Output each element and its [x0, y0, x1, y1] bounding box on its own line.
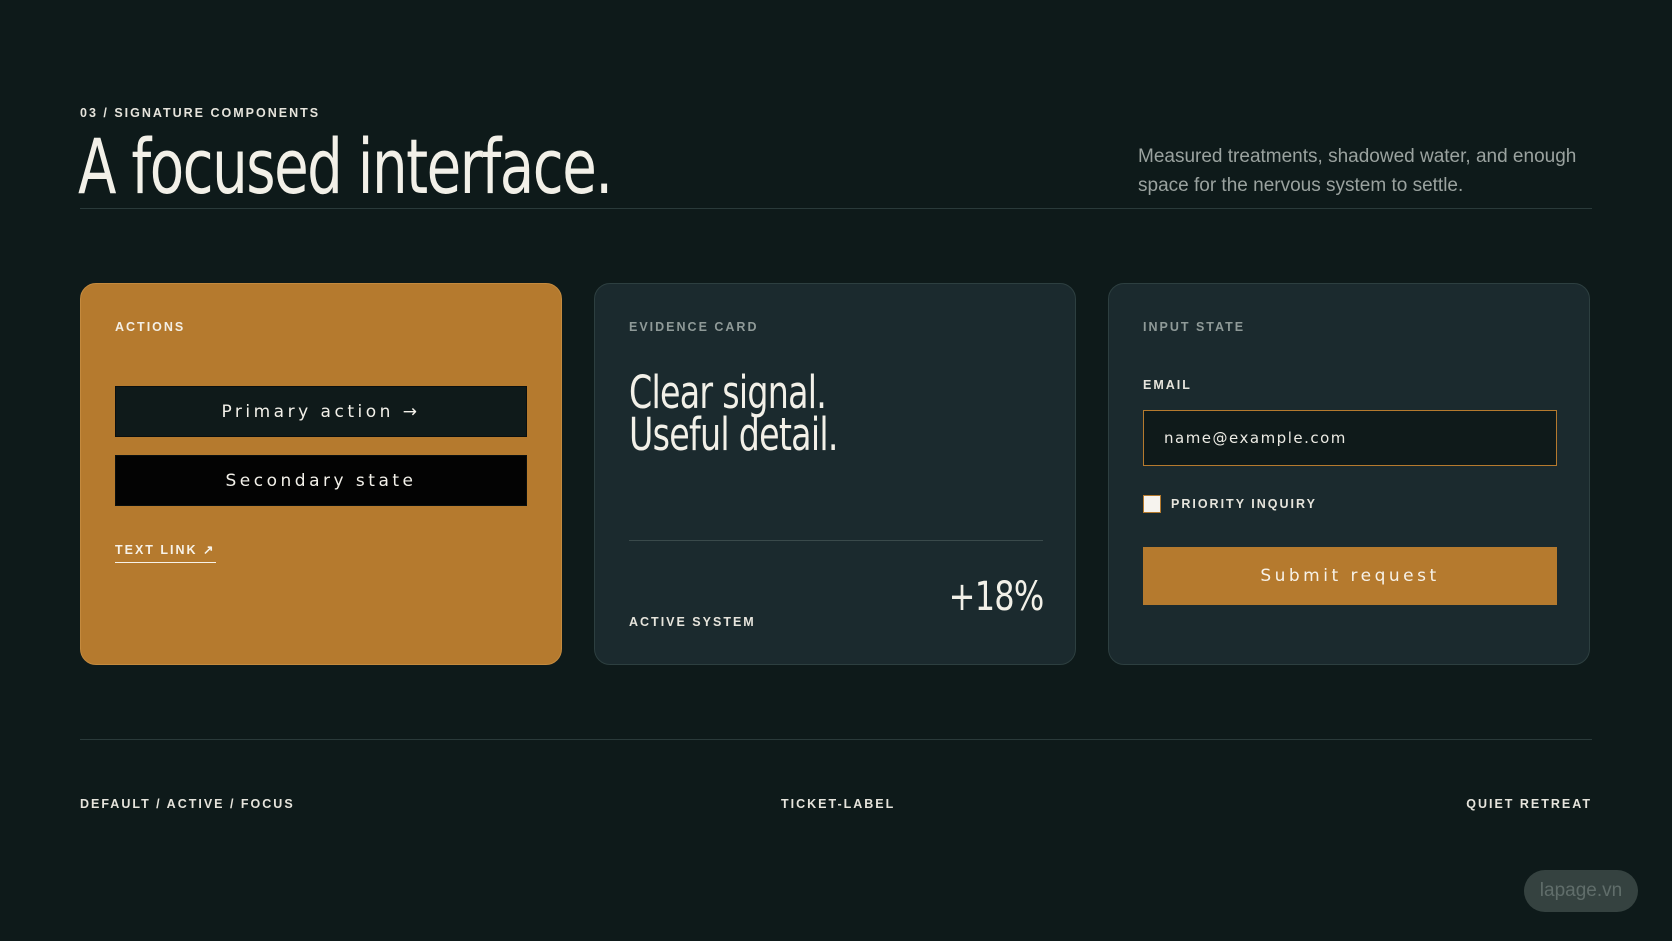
footer-ticket-label: TICKET-LABEL [781, 797, 896, 811]
footer-divider [80, 739, 1592, 740]
email-field[interactable] [1143, 410, 1557, 466]
page: 03 / SIGNATURE COMPONENTS A focused inte… [78, 0, 1592, 941]
secondary-state-button[interactable]: Secondary state [115, 455, 527, 506]
primary-action-button[interactable]: Primary action → [115, 386, 527, 437]
evidence-stat-value: +18% [948, 574, 1044, 620]
priority-inquiry-label: PRIORITY INQUIRY [1171, 497, 1317, 511]
page-title: A focused interface. [78, 122, 613, 211]
evidence-divider [629, 540, 1043, 541]
page-subtitle: Measured treatments, shadowed water, and… [1138, 146, 1577, 196]
input-state-card: INPUT STATE EMAIL PRIORITY INQUIRY Submi… [1108, 283, 1590, 665]
submit-request-button[interactable]: Submit request [1143, 547, 1557, 605]
input-card-label: INPUT STATE [1143, 320, 1246, 334]
actions-card-label: ACTIONS [115, 320, 186, 334]
priority-inquiry-checkbox[interactable] [1143, 495, 1161, 513]
actions-card: ACTIONS Primary action → Secondary state… [80, 283, 562, 665]
email-field-label: EMAIL [1143, 378, 1192, 392]
priority-inquiry-checkbox-row[interactable]: PRIORITY INQUIRY [1143, 495, 1317, 513]
evidence-card: EVIDENCE CARD Clear signal. Useful detai… [594, 283, 1076, 665]
evidence-card-label: EVIDENCE CARD [629, 320, 759, 334]
header-divider [80, 208, 1592, 209]
evidence-footer-label: ACTIVE SYSTEM [629, 615, 756, 629]
watermark-badge: lapage.vn [1524, 870, 1638, 912]
footer-states-label: DEFAULT / ACTIVE / FOCUS [80, 797, 295, 811]
footer-brand-label: QUIET RETREAT [1466, 797, 1592, 811]
evidence-headline: Clear signal. Useful detail. [629, 370, 838, 461]
section-eyebrow: 03 / SIGNATURE COMPONENTS [80, 106, 321, 120]
evidence-headline-line-2: Useful detail. [629, 408, 838, 461]
text-link[interactable]: TEXT LINK ↗ [115, 542, 216, 563]
